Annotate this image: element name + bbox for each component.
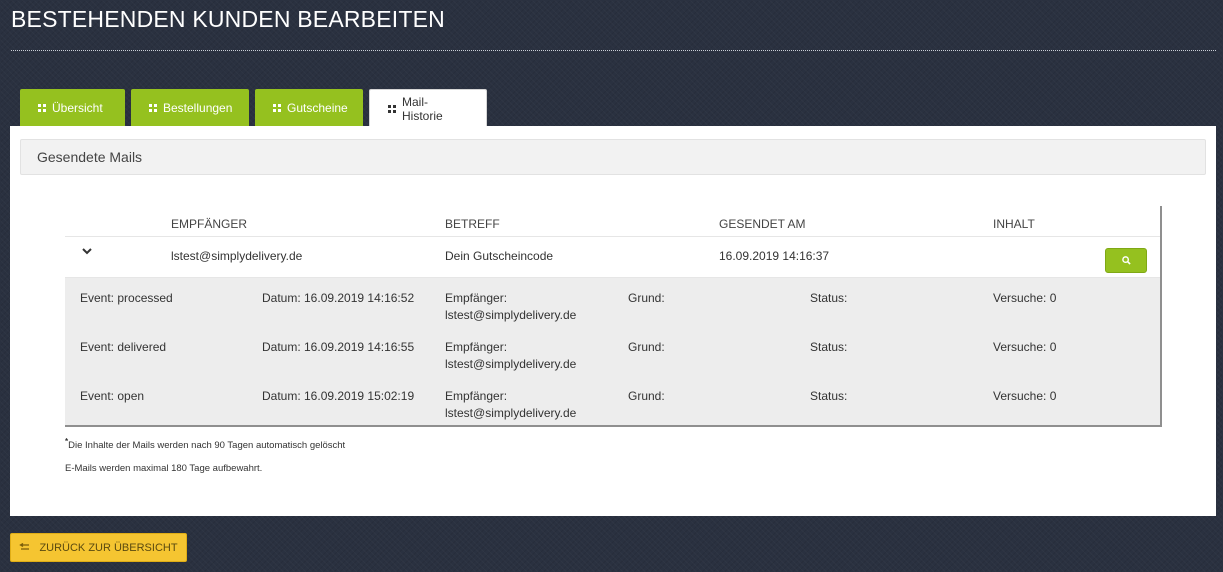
grid-icon bbox=[38, 104, 46, 112]
table-row: lstest@simplydelivery.de Dein Gutscheinc… bbox=[65, 237, 1160, 278]
page-title: BESTEHENDEN KUNDEN BEARBEITEN bbox=[11, 6, 445, 32]
tab-label: Gutscheine bbox=[287, 101, 348, 115]
event-recipient: Empfänger: lstest@simplydelivery.de bbox=[445, 290, 576, 324]
back-to-overview-button[interactable]: ZURÜCK ZUR ÜBERSICHT bbox=[10, 533, 187, 562]
grid-icon bbox=[273, 104, 281, 112]
event-recipient-email: lstest@simplydelivery.de bbox=[445, 308, 577, 322]
event-status: Status: bbox=[810, 291, 848, 305]
event-attempts: Versuche: 0 bbox=[993, 291, 1057, 305]
mail-history-panel: Gesendete Mails EMPFÄNGER BETREFF GESEND… bbox=[10, 126, 1216, 516]
column-header-betreff: BETREFF bbox=[445, 217, 500, 231]
tab-uebersicht[interactable]: Übersicht bbox=[20, 89, 125, 127]
tab-label: Bestellungen bbox=[163, 101, 233, 115]
event-attempts: Versuche: 0 bbox=[993, 389, 1057, 403]
view-content-button[interactable] bbox=[1105, 248, 1147, 273]
column-header-empfaenger: EMPFÄNGER bbox=[171, 217, 248, 231]
tab-bar: Übersicht Bestellungen Gutscheine Mail-H… bbox=[20, 89, 493, 127]
event-recipient-email: lstest@simplydelivery.de bbox=[445, 357, 577, 371]
section-title: Gesendete Mails bbox=[37, 149, 143, 165]
event-reason: Grund: bbox=[628, 291, 665, 305]
event-name: Event: processed bbox=[80, 291, 173, 305]
event-attempts: Versuche: 0 bbox=[993, 340, 1057, 354]
grid-icon bbox=[388, 104, 396, 113]
grid-icon bbox=[149, 104, 157, 112]
table-header: EMPFÄNGER BETREFF GESENDET AM INHALT bbox=[65, 206, 1160, 237]
tab-gutscheine[interactable]: Gutscheine bbox=[255, 89, 363, 127]
event-row: Event: delivered Datum: 16.09.2019 14:16… bbox=[65, 327, 1160, 376]
event-recipient: Empfänger: lstest@simplydelivery.de bbox=[445, 388, 576, 422]
column-header-inhalt: INHALT bbox=[993, 217, 1035, 231]
event-reason: Grund: bbox=[628, 389, 665, 403]
column-header-gesendet-am: GESENDET AM bbox=[719, 217, 806, 231]
tab-bestellungen[interactable]: Bestellungen bbox=[131, 89, 249, 127]
event-recipient-label: Empfänger: bbox=[445, 340, 508, 354]
tab-label: Mail-Historie bbox=[402, 94, 443, 123]
mail-sent-at: 16.09.2019 14:16:37 bbox=[719, 249, 830, 263]
retention-note-mails: E-Mails werden maximal 180 Tage aufbewah… bbox=[65, 463, 263, 474]
mail-recipient: lstest@simplydelivery.de bbox=[171, 249, 303, 263]
tab-label: Übersicht bbox=[52, 101, 103, 115]
event-status: Status: bbox=[810, 389, 848, 403]
retention-content-text: Die Inhalte der Mails werden nach 90 Tag… bbox=[68, 440, 346, 452]
event-date: Datum: 16.09.2019 14:16:55 bbox=[262, 340, 415, 354]
section-header: Gesendete Mails bbox=[20, 139, 1206, 175]
event-name: Event: delivered bbox=[80, 340, 167, 354]
event-date: Datum: 16.09.2019 15:02:19 bbox=[262, 389, 415, 403]
event-status: Status: bbox=[810, 340, 848, 354]
event-name: Event: open bbox=[80, 389, 145, 403]
event-row: Event: open Datum: 16.09.2019 15:02:19 E… bbox=[65, 376, 1160, 425]
event-recipient-label: Empfänger: bbox=[445, 389, 508, 403]
event-row: Event: processed Datum: 16.09.2019 14:16… bbox=[65, 278, 1160, 327]
retention-note-content: *Die Inhalte der Mails werden nach 90 Ta… bbox=[65, 437, 345, 451]
mail-subject: Dein Gutscheincode bbox=[445, 249, 554, 263]
tab-mail-historie[interactable]: Mail-Historie bbox=[369, 89, 487, 127]
event-list: Event: processed Datum: 16.09.2019 14:16… bbox=[65, 278, 1160, 425]
back-arrow-icon bbox=[19, 542, 31, 554]
event-reason: Grund: bbox=[628, 340, 665, 354]
mail-table: EMPFÄNGER BETREFF GESENDET AM INHALT lst… bbox=[65, 206, 1162, 427]
back-button-label: ZURÜCK ZUR ÜBERSICHT bbox=[39, 541, 178, 554]
search-icon bbox=[1121, 252, 1131, 270]
chevron-down-icon[interactable] bbox=[82, 247, 94, 259]
event-recipient-label: Empfänger: bbox=[445, 291, 508, 305]
event-date: Datum: 16.09.2019 14:16:52 bbox=[262, 291, 415, 305]
title-divider bbox=[11, 50, 1216, 51]
event-recipient-email: lstest@simplydelivery.de bbox=[445, 406, 577, 420]
event-recipient: Empfänger: lstest@simplydelivery.de bbox=[445, 339, 576, 373]
